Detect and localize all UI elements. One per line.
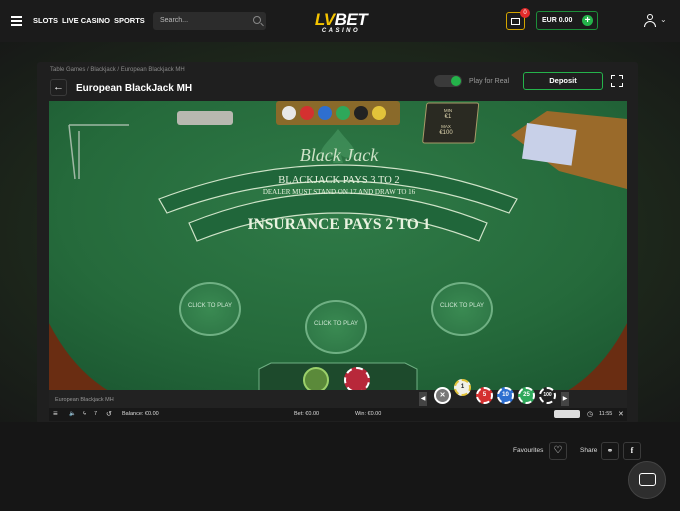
page-bottom (0, 422, 680, 511)
chip-undo[interactable]: ✕ (434, 387, 451, 404)
fullscreen-icon[interactable] (611, 75, 623, 87)
menu-icon[interactable] (11, 16, 22, 26)
chip-1[interactable]: 1 (454, 379, 471, 396)
limits-min-value: €1 (444, 114, 452, 120)
close-icon[interactable]: ✕ (618, 410, 624, 418)
insurance-text: INSURANCE PAYS 2 TO 1 (247, 216, 431, 233)
betting-spot-right[interactable]: CLICK TO PLAY (431, 282, 493, 336)
history-icon[interactable]: ↺ (106, 410, 112, 418)
share-link-icon[interactable]: ⚭ (601, 442, 619, 460)
breadcrumb[interactable]: Table Games / Blackjack / European Black… (50, 67, 185, 73)
search-placeholder: Search... (160, 17, 189, 24)
clock-icon: ◷ (587, 411, 594, 418)
lvbet-logo[interactable]: LVBET CASINO (303, 10, 379, 34)
game-name-label: European Blackjack MH (55, 397, 114, 403)
balance-readout: Balance: €0.00 (122, 411, 159, 417)
back-arrow-icon[interactable]: ← (50, 79, 67, 96)
user-icon[interactable] (644, 14, 660, 28)
game-menu-icon[interactable]: ≡ (53, 410, 58, 418)
lightning-value: 7 (94, 411, 98, 417)
nav-slots[interactable]: SLOTS (33, 16, 58, 25)
clock-readout: 11:55 (599, 411, 613, 417)
chip-25[interactable]: 25 (518, 387, 535, 404)
betting-spot-left[interactable]: CLICK TO PLAY (179, 282, 241, 336)
bet-readout: Bet: €0.00 (294, 411, 320, 417)
chip-10[interactable]: 10 (497, 387, 514, 404)
favourite-heart-icon[interactable]: ♡ (549, 442, 567, 460)
dealer-rule-text: DEALER MUST STAND ON 17 AND DRAW TO 16 (262, 188, 416, 196)
page-title: European BlackJack MH (76, 83, 193, 94)
nav-sports[interactable]: SPORTS (114, 16, 145, 25)
chip-5[interactable]: 5 (476, 387, 493, 404)
chevron-down-icon[interactable]: ⌄ (660, 15, 667, 24)
blackjack-game-canvas[interactable]: Black Jack BLACKJACK PAYS 3 TO 2 DEALER … (49, 101, 627, 421)
sound-icon[interactable]: 🔈 (69, 411, 76, 417)
limits-max-label: MAX (441, 124, 451, 129)
play-for-real-toggle[interactable] (434, 75, 462, 87)
inbox-button[interactable]: 0 (506, 8, 530, 30)
lightning-icon[interactable]: ϟ (83, 411, 86, 417)
facebook-icon[interactable]: f (623, 442, 641, 460)
mail-icon (511, 18, 520, 25)
blackjack-pays-text: BLACKJACK PAYS 3 TO 2 (278, 175, 400, 186)
favourites-label: Favourites (513, 447, 544, 454)
balance-value: EUR 0.00 (542, 17, 573, 24)
chips-prev-arrow[interactable]: ◀ (419, 392, 427, 406)
chips-next-arrow[interactable]: ▶ (561, 392, 569, 406)
card-pusher (177, 111, 233, 125)
provider-logo-icon (554, 410, 580, 418)
logo-wordmark: LVBET (314, 10, 368, 29)
play-for-real-label: Play for Real (469, 78, 510, 85)
limits-min-label: MIN (443, 108, 453, 113)
share-label: Share (580, 447, 598, 454)
main-nav: SLOTS LIVE CASINO SPORTS (33, 16, 145, 25)
balance-button[interactable]: EUR 0.00 + (536, 11, 598, 30)
table-brand: Black Jack (299, 145, 379, 165)
nav-live-casino[interactable]: LIVE CASINO (62, 16, 110, 25)
limits-max-value: €100 (439, 130, 453, 136)
win-readout: Win: €0.00 (355, 411, 382, 417)
inbox-badge: 0 (520, 8, 530, 18)
plus-icon: + (582, 15, 593, 26)
search-input[interactable]: Search... (153, 12, 266, 30)
deposit-button[interactable]: Deposit (523, 72, 603, 90)
chip-100[interactable]: 100 (539, 387, 556, 404)
game-status-bar: ≡ 🔈 ϟ 7 ↺ Balance: €0.00 Bet: €0.00 Win:… (49, 408, 627, 421)
betting-spot-center[interactable]: CLICK TO PLAY (305, 300, 367, 354)
chat-icon[interactable] (628, 461, 666, 499)
search-icon (253, 16, 261, 24)
